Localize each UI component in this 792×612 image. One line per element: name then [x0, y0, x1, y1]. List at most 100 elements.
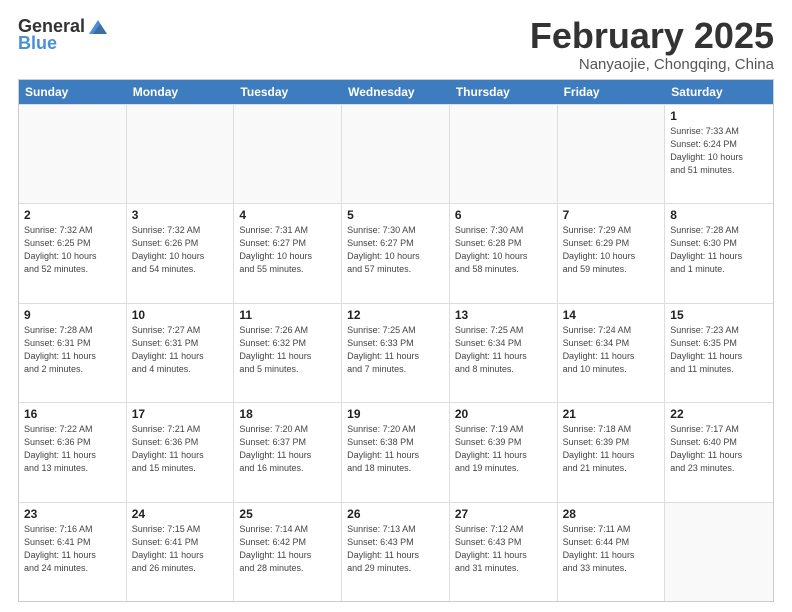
day-info: Sunrise: 7:16 AM Sunset: 6:41 PM Dayligh…	[24, 523, 121, 575]
day-number: 4	[239, 208, 336, 222]
header-day-wednesday: Wednesday	[342, 80, 450, 104]
day-cell-5: 5 Sunrise: 7:30 AM Sunset: 6:27 PM Daylig…	[342, 204, 450, 302]
day-number: 12	[347, 308, 444, 322]
day-info: Sunrise: 7:32 AM Sunset: 6:26 PM Dayligh…	[132, 224, 229, 276]
day-cell-27: 27 Sunrise: 7:12 AM Sunset: 6:43 PM Dayli…	[450, 503, 558, 601]
day-cell-2: 2 Sunrise: 7:32 AM Sunset: 6:25 PM Daylig…	[19, 204, 127, 302]
empty-cell	[450, 105, 558, 203]
day-number: 20	[455, 407, 552, 421]
day-number: 13	[455, 308, 552, 322]
day-cell-4: 4 Sunrise: 7:31 AM Sunset: 6:27 PM Daylig…	[234, 204, 342, 302]
day-cell-6: 6 Sunrise: 7:30 AM Sunset: 6:28 PM Daylig…	[450, 204, 558, 302]
day-info: Sunrise: 7:31 AM Sunset: 6:27 PM Dayligh…	[239, 224, 336, 276]
day-cell-19: 19 Sunrise: 7:20 AM Sunset: 6:38 PM Dayli…	[342, 403, 450, 501]
day-cell-20: 20Sunrise: 7:19 AM Sunset: 6:39 PM Dayli…	[450, 403, 558, 501]
day-cell-14: 14Sunrise: 7:24 AM Sunset: 6:34 PM Dayli…	[558, 304, 666, 402]
day-cell-3: 3Sunrise: 7:32 AM Sunset: 6:26 PM Daylig…	[127, 204, 235, 302]
day-number: 5	[347, 208, 444, 222]
day-cell-21: 21Sunrise: 7:18 AM Sunset: 6:39 PM Dayli…	[558, 403, 666, 501]
day-info: Sunrise: 7:25 AM Sunset: 6:34 PM Dayligh…	[455, 324, 552, 376]
calendar-header: SundayMondayTuesdayWednesdayThursdayFrid…	[19, 80, 773, 104]
day-cell-25: 25 Sunrise: 7:14 AM Sunset: 6:42 PM Dayli…	[234, 503, 342, 601]
header-day-friday: Friday	[558, 80, 666, 104]
day-info: Sunrise: 7:12 AM Sunset: 6:43 PM Dayligh…	[455, 523, 552, 575]
day-cell-23: 23 Sunrise: 7:16 AM Sunset: 6:41 PM Dayli…	[19, 503, 127, 601]
day-info: Sunrise: 7:18 AM Sunset: 6:39 PM Dayligh…	[563, 423, 660, 475]
day-number: 15	[670, 308, 768, 322]
empty-cell	[342, 105, 450, 203]
day-info: Sunrise: 7:29 AM Sunset: 6:29 PM Dayligh…	[563, 224, 660, 276]
day-cell-8: 8 Sunrise: 7:28 AM Sunset: 6:30 PM Daylig…	[665, 204, 773, 302]
day-number: 23	[24, 507, 121, 521]
day-cell-10: 10 Sunrise: 7:27 AM Sunset: 6:31 PM Dayli…	[127, 304, 235, 402]
day-cell-7: 7 Sunrise: 7:29 AM Sunset: 6:29 PM Daylig…	[558, 204, 666, 302]
day-number: 19	[347, 407, 444, 421]
calendar-row-2: 2 Sunrise: 7:32 AM Sunset: 6:25 PM Daylig…	[19, 203, 773, 302]
day-number: 14	[563, 308, 660, 322]
day-cell-12: 12Sunrise: 7:25 AM Sunset: 6:33 PM Dayli…	[342, 304, 450, 402]
day-info: Sunrise: 7:15 AM Sunset: 6:41 PM Dayligh…	[132, 523, 229, 575]
title-block: February 2025 Nanyaojie, Chongqing, Chin…	[530, 16, 774, 73]
day-info: Sunrise: 7:17 AM Sunset: 6:40 PM Dayligh…	[670, 423, 768, 475]
day-number: 10	[132, 308, 229, 322]
day-number: 17	[132, 407, 229, 421]
day-number: 6	[455, 208, 552, 222]
empty-cell	[234, 105, 342, 203]
header-day-tuesday: Tuesday	[234, 80, 342, 104]
day-cell-13: 13 Sunrise: 7:25 AM Sunset: 6:34 PM Dayli…	[450, 304, 558, 402]
header-day-saturday: Saturday	[665, 80, 773, 104]
day-info: Sunrise: 7:23 AM Sunset: 6:35 PM Dayligh…	[670, 324, 768, 376]
calendar-body: 1Sunrise: 7:33 AM Sunset: 6:24 PM Daylig…	[19, 104, 773, 601]
location-subtitle: Nanyaojie, Chongqing, China	[530, 56, 774, 73]
day-number: 28	[563, 507, 660, 521]
day-cell-1: 1Sunrise: 7:33 AM Sunset: 6:24 PM Daylig…	[665, 105, 773, 203]
day-cell-11: 11 Sunrise: 7:26 AM Sunset: 6:32 PM Dayli…	[234, 304, 342, 402]
day-info: Sunrise: 7:32 AM Sunset: 6:25 PM Dayligh…	[24, 224, 121, 276]
day-info: Sunrise: 7:20 AM Sunset: 6:38 PM Dayligh…	[347, 423, 444, 475]
day-info: Sunrise: 7:30 AM Sunset: 6:28 PM Dayligh…	[455, 224, 552, 276]
day-number: 26	[347, 507, 444, 521]
day-cell-18: 18Sunrise: 7:20 AM Sunset: 6:37 PM Dayli…	[234, 403, 342, 501]
logo: General Blue	[18, 16, 109, 54]
day-number: 22	[670, 407, 768, 421]
empty-cell	[558, 105, 666, 203]
header-day-monday: Monday	[127, 80, 235, 104]
day-info: Sunrise: 7:13 AM Sunset: 6:43 PM Dayligh…	[347, 523, 444, 575]
page: General Blue February 2025 Nanyaojie, Ch…	[0, 0, 792, 612]
day-number: 24	[132, 507, 229, 521]
day-number: 8	[670, 208, 768, 222]
day-number: 2	[24, 208, 121, 222]
day-info: Sunrise: 7:28 AM Sunset: 6:31 PM Dayligh…	[24, 324, 121, 376]
header-day-sunday: Sunday	[19, 80, 127, 104]
calendar: SundayMondayTuesdayWednesdayThursdayFrid…	[18, 79, 774, 602]
day-number: 1	[670, 109, 768, 123]
day-number: 27	[455, 507, 552, 521]
day-cell-24: 24 Sunrise: 7:15 AM Sunset: 6:41 PM Dayli…	[127, 503, 235, 601]
day-info: Sunrise: 7:27 AM Sunset: 6:31 PM Dayligh…	[132, 324, 229, 376]
day-number: 25	[239, 507, 336, 521]
logo-icon	[87, 16, 109, 38]
calendar-row-5: 23 Sunrise: 7:16 AM Sunset: 6:41 PM Dayli…	[19, 502, 773, 601]
day-info: Sunrise: 7:20 AM Sunset: 6:37 PM Dayligh…	[239, 423, 336, 475]
day-cell-17: 17 Sunrise: 7:21 AM Sunset: 6:36 PM Dayli…	[127, 403, 235, 501]
calendar-row-1: 1Sunrise: 7:33 AM Sunset: 6:24 PM Daylig…	[19, 104, 773, 203]
month-title: February 2025	[530, 16, 774, 56]
day-cell-22: 22 Sunrise: 7:17 AM Sunset: 6:40 PM Dayli…	[665, 403, 773, 501]
day-info: Sunrise: 7:11 AM Sunset: 6:44 PM Dayligh…	[563, 523, 660, 575]
logo-text-blue: Blue	[18, 34, 57, 54]
empty-cell	[127, 105, 235, 203]
day-info: Sunrise: 7:28 AM Sunset: 6:30 PM Dayligh…	[670, 224, 768, 276]
header-day-thursday: Thursday	[450, 80, 558, 104]
day-info: Sunrise: 7:26 AM Sunset: 6:32 PM Dayligh…	[239, 324, 336, 376]
day-info: Sunrise: 7:30 AM Sunset: 6:27 PM Dayligh…	[347, 224, 444, 276]
day-number: 7	[563, 208, 660, 222]
day-cell-9: 9Sunrise: 7:28 AM Sunset: 6:31 PM Daylig…	[19, 304, 127, 402]
day-info: Sunrise: 7:14 AM Sunset: 6:42 PM Dayligh…	[239, 523, 336, 575]
day-cell-28: 28 Sunrise: 7:11 AM Sunset: 6:44 PM Dayli…	[558, 503, 666, 601]
day-number: 16	[24, 407, 121, 421]
calendar-row-3: 9Sunrise: 7:28 AM Sunset: 6:31 PM Daylig…	[19, 303, 773, 402]
day-info: Sunrise: 7:21 AM Sunset: 6:36 PM Dayligh…	[132, 423, 229, 475]
day-number: 11	[239, 308, 336, 322]
day-cell-26: 26 Sunrise: 7:13 AM Sunset: 6:43 PM Dayli…	[342, 503, 450, 601]
empty-cell	[19, 105, 127, 203]
